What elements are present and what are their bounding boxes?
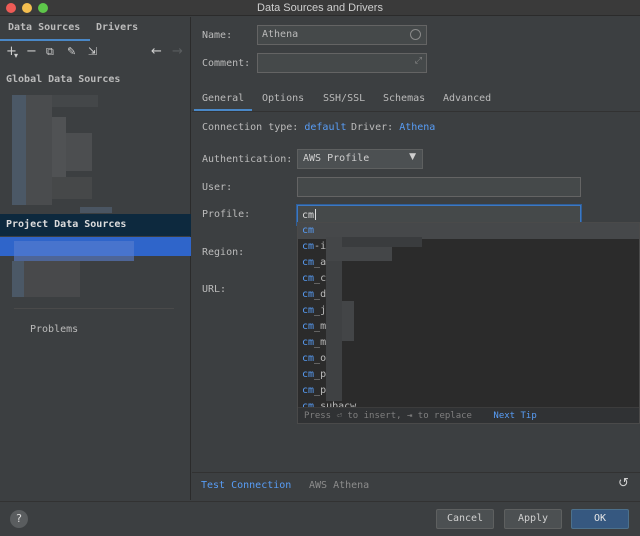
- user-input[interactable]: [297, 177, 581, 197]
- cancel-button[interactable]: Cancel: [436, 509, 494, 529]
- popup-hint: Press ⏎ to insert, ⇥ to replace: [304, 411, 472, 421]
- next-tip-link[interactable]: Next Tip: [493, 411, 536, 421]
- copy-icon[interactable]: ⧉: [46, 45, 54, 59]
- connection-type-label: Connection type:: [202, 122, 299, 133]
- back-arrow-icon[interactable]: ←: [151, 45, 162, 59]
- driver-label: Driver:: [351, 122, 394, 133]
- popup-item[interactable]: cm_o: [298, 351, 639, 367]
- authentication-value: AWS Profile: [303, 153, 370, 164]
- forward-arrow-icon: →: [172, 44, 183, 59]
- tab-options[interactable]: Options: [262, 93, 304, 104]
- redacted-tree-item[interactable]: [52, 177, 92, 199]
- wrench-icon[interactable]: ✎: [67, 45, 76, 59]
- settings-tabs: General Options SSH/SSL Schemas Advanced: [192, 88, 640, 112]
- connection-type-link[interactable]: default: [304, 122, 346, 133]
- tab-schemas[interactable]: Schemas: [383, 93, 425, 104]
- test-connection-link[interactable]: Test Connection: [201, 480, 291, 491]
- remove-icon[interactable]: −: [26, 45, 37, 59]
- popup-item[interactable]: cm_p: [298, 367, 639, 383]
- right-bottom-separator: [192, 472, 640, 473]
- profile-value: cm: [302, 210, 315, 221]
- tab-general[interactable]: General: [202, 93, 244, 104]
- data-sources-panel: Data Sources Drivers + ▾ − ⧉ ✎ ⇲ ← → Glo…: [0, 17, 191, 500]
- project-data-sources-header: Project Data Sources: [0, 214, 191, 236]
- project-data-sources-label: Project Data Sources: [6, 219, 127, 230]
- redacted-tree-item[interactable]: [52, 95, 98, 107]
- tab-ssh-ssl[interactable]: SSH/SSL: [323, 93, 365, 104]
- window-title: Data Sources and Drivers: [257, 2, 383, 14]
- tab-drivers[interactable]: Drivers: [96, 22, 138, 33]
- redacted-tree-icons: [12, 261, 24, 297]
- tab-data-sources[interactable]: Data Sources: [8, 22, 80, 33]
- driver-row: Driver: Athena: [351, 122, 435, 133]
- authentication-select[interactable]: AWS Profile ▼: [297, 149, 423, 169]
- global-data-sources-label: Global Data Sources: [6, 74, 121, 85]
- region-label: Region:: [202, 247, 245, 258]
- popup-item[interactable]: cm_c: [298, 271, 639, 287]
- redacted-tree-item[interactable]: [52, 117, 66, 177]
- apply-button[interactable]: Apply: [504, 509, 562, 529]
- profile-label: Profile:: [202, 209, 251, 220]
- url-label: URL:: [202, 284, 227, 295]
- authentication-label: Authentication:: [202, 154, 293, 165]
- driver-name-label: AWS Athena: [309, 480, 370, 491]
- redacted-tree-item[interactable]: [24, 261, 80, 297]
- tab-underline: [0, 39, 90, 41]
- popup-footer: Press ⏎ to insert, ⇥ to replace Next Tip: [298, 407, 639, 423]
- redacted-tree-icons: [12, 95, 26, 205]
- redacted-suggestion: [342, 301, 354, 341]
- tab-advanced[interactable]: Advanced: [443, 93, 491, 104]
- popup-item[interactable]: cm_p: [298, 383, 639, 399]
- color-picker-icon[interactable]: [410, 29, 421, 40]
- text-caret: [315, 209, 317, 220]
- name-field[interactable]: Athena: [257, 25, 427, 45]
- expand-icon[interactable]: ⤢: [415, 56, 422, 66]
- active-tab-underline: [194, 109, 252, 111]
- redacted-suggestion: [342, 237, 422, 247]
- comment-field[interactable]: ⤢: [257, 53, 427, 73]
- add-dropdown-icon[interactable]: ▾: [14, 49, 18, 63]
- comment-label: Comment:: [202, 58, 251, 69]
- redacted-suggestion: [326, 261, 342, 401]
- profile-autocomplete-popup: cm cm-i cm_a cm_c cm_d cm_j cm_m cm_m cm…: [297, 222, 640, 424]
- import-icon[interactable]: ⇲: [88, 45, 97, 59]
- redacted-tree-item: [80, 207, 112, 213]
- name-label: Name:: [202, 30, 233, 41]
- connection-type-row: Connection type: default: [202, 122, 347, 133]
- left-separator: [14, 308, 174, 309]
- redacted-selected-item: [14, 241, 134, 261]
- dropdown-arrow-icon: ▼: [409, 152, 416, 162]
- driver-link[interactable]: Athena: [399, 122, 435, 133]
- name-value: Athena: [262, 29, 299, 40]
- left-tabs: Data Sources Drivers: [0, 17, 191, 41]
- left-toolbar: + ▾ − ⧉ ✎ ⇲ ← →: [0, 43, 191, 63]
- title-bar: Data Sources and Drivers: [0, 0, 640, 16]
- user-label: User:: [202, 182, 233, 193]
- problems-item[interactable]: Problems: [30, 324, 78, 335]
- redacted-tree-item[interactable]: [66, 133, 92, 171]
- dialog-button-bar: ? Cancel Apply OK: [0, 501, 640, 536]
- redacted-tree-item[interactable]: [26, 95, 52, 205]
- reset-icon[interactable]: ↺: [618, 476, 629, 491]
- ok-button[interactable]: OK: [571, 509, 629, 529]
- help-icon[interactable]: ?: [10, 510, 28, 528]
